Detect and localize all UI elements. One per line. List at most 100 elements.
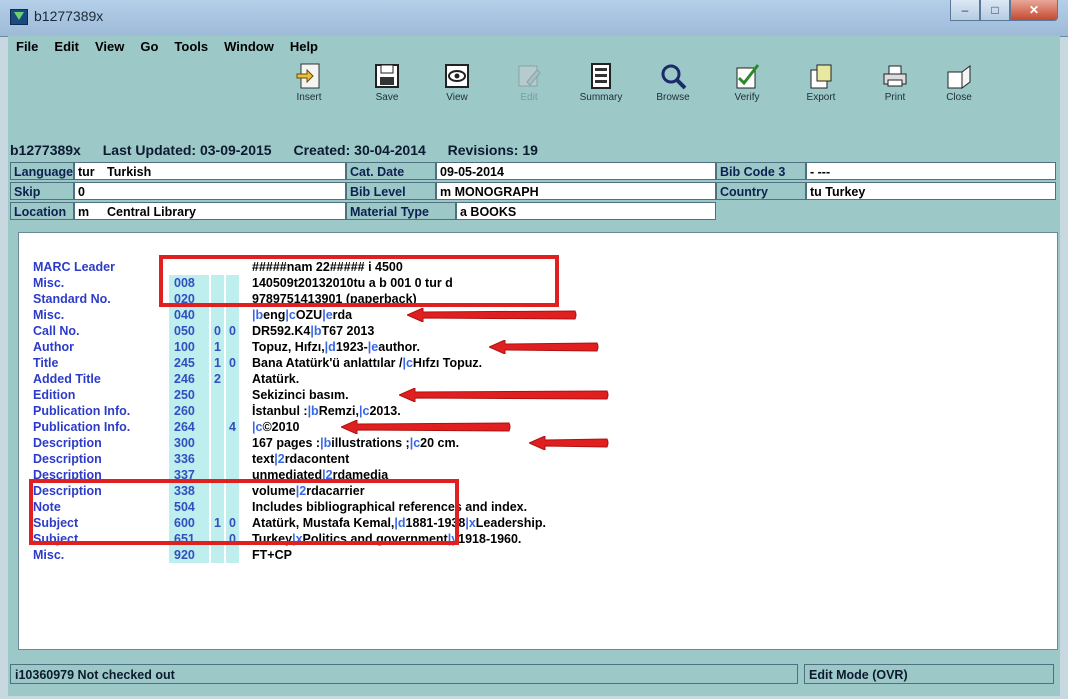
window-title: b1277389x [34, 8, 104, 24]
marc-indicator-2[interactable] [226, 307, 239, 323]
view-button[interactable]: View [426, 58, 488, 118]
marc-indicator-1[interactable]: 2 [211, 371, 224, 387]
marc-indicator-1[interactable] [211, 307, 224, 323]
menu-tools[interactable]: Tools [166, 39, 216, 54]
print-icon [881, 62, 909, 90]
marc-field-data[interactable]: FT+CP [252, 547, 292, 563]
language-code[interactable]: tur [74, 162, 104, 180]
marc-tag[interactable]: 246 [169, 371, 209, 387]
verify-button[interactable]: Verify [716, 58, 778, 118]
marc-indicator-1[interactable]: 1 [211, 355, 224, 371]
close-icon [945, 62, 973, 90]
marc-indicator-2[interactable] [226, 387, 239, 403]
marc-field-label: Description [33, 436, 102, 450]
marc-tag[interactable]: 260 [169, 403, 209, 419]
location-value[interactable]: Central Library [104, 202, 346, 220]
marc-indicator-2[interactable]: 4 [226, 419, 239, 435]
marc-field-row[interactable]: Added Title 246 2 Atatürk. [19, 371, 1049, 387]
item-status: i10360979 Not checked out [10, 664, 798, 684]
marc-tag[interactable]: 336 [169, 451, 209, 467]
marc-field-data[interactable]: Sekizinci basım. [252, 387, 349, 403]
marc-field-data[interactable]: |beng|cOZU|erda [252, 307, 352, 323]
last-updated: Last Updated: 03-09-2015 [102, 142, 272, 158]
bib-code3-value[interactable]: - --- [806, 162, 1056, 180]
marc-field-data[interactable]: 167 pages :|billustrations ;|c20 cm. [252, 435, 459, 451]
menu-file[interactable]: File [8, 39, 46, 54]
marc-field-label: Publication Info. [33, 404, 131, 418]
marc-indicator-1[interactable]: 0 [211, 323, 224, 339]
marc-tag[interactable]: 050 [169, 323, 209, 339]
marc-indicator-1[interactable] [211, 451, 224, 467]
marc-field-row[interactable]: Publication Info. 260 İstanbul :|bRemzi,|c… [19, 403, 1049, 419]
marc-indicator-1[interactable] [211, 435, 224, 451]
marc-indicator-2[interactable] [226, 435, 239, 451]
cat-date-value[interactable]: 09-05-2014 [436, 162, 716, 180]
window-close-icon[interactable]: ✕ [1010, 0, 1058, 21]
marc-field-row[interactable]: Description 336 text|2rdacontent [19, 451, 1049, 467]
marc-tag[interactable]: 040 [169, 307, 209, 323]
save-button[interactable]: Save [356, 58, 418, 118]
menu-edit[interactable]: Edit [46, 39, 87, 54]
marc-field-data[interactable]: Topuz, Hıfzı,|d1923-|eauthor. [252, 339, 420, 355]
export-button[interactable]: Export [790, 58, 852, 118]
print-button[interactable]: Print [864, 58, 926, 118]
language-value[interactable]: Turkish [104, 162, 346, 180]
marc-tag[interactable]: 100 [169, 339, 209, 355]
marc-indicator-1[interactable]: 1 [211, 339, 224, 355]
marc-indicator-1[interactable] [211, 387, 224, 403]
annotation-box-description [29, 479, 459, 545]
marc-indicator-2[interactable]: 0 [226, 355, 239, 371]
marc-indicator-2[interactable] [226, 451, 239, 467]
marc-field-data[interactable]: İstanbul :|bRemzi,|c2013. [252, 403, 401, 419]
marc-field-row[interactable]: Call No. 050 0 0 DR592.K4|bT67 2013 [19, 323, 1049, 339]
marc-indicator-1[interactable] [211, 403, 224, 419]
annotation-arrow [341, 420, 511, 434]
maximize-icon[interactable]: □ [980, 0, 1010, 21]
marc-tag[interactable]: 245 [169, 355, 209, 371]
marc-field-data[interactable]: Bana Atatürk'ü anlattılar /|cHıfzı Topuz… [252, 355, 482, 371]
location-code[interactable]: m [74, 202, 104, 220]
bib-level-value[interactable]: m MONOGRAPH [436, 182, 716, 200]
export-icon [807, 62, 835, 90]
annotation-box-leader [159, 255, 559, 307]
browse-button[interactable]: Browse [642, 58, 704, 118]
created-date: Created: 30-04-2014 [293, 142, 426, 158]
marc-tag[interactable]: 920 [169, 547, 209, 563]
marc-field-data[interactable]: Atatürk. [252, 371, 299, 387]
insert-icon [295, 62, 323, 90]
marc-tag[interactable]: 250 [169, 387, 209, 403]
material-type-value[interactable]: a BOOKS [456, 202, 716, 220]
annotation-arrow [529, 436, 609, 450]
marc-tag[interactable]: 300 [169, 435, 209, 451]
marc-editor: MARC Leader #####nam 22##### i 4500 Misc. 0… [18, 232, 1058, 650]
marc-tag[interactable]: 264 [169, 419, 209, 435]
annotation-arrow [407, 308, 577, 322]
marc-indicator-2[interactable] [226, 371, 239, 387]
marc-field-row[interactable]: Publication Info. 264 4 |c©2010 [19, 419, 1049, 435]
marc-field-row[interactable]: Title 245 1 0 Bana Atatürk'ü anlattılar /|cH… [19, 355, 1049, 371]
minimize-icon[interactable]: – [950, 0, 980, 21]
marc-indicator-1[interactable] [211, 419, 224, 435]
menu-go[interactable]: Go [132, 39, 166, 54]
menu-help[interactable]: Help [282, 39, 326, 54]
summary-button[interactable]: Summary [570, 58, 632, 118]
marc-field-label: MARC Leader [33, 260, 115, 274]
marc-field-data[interactable]: |c©2010 [252, 419, 299, 435]
menu-window[interactable]: Window [216, 39, 282, 54]
edit-icon [515, 62, 543, 90]
marc-indicator-2[interactable] [226, 403, 239, 419]
marc-indicator-2[interactable]: 0 [226, 323, 239, 339]
country-label: Country [716, 182, 806, 200]
marc-indicator-1[interactable] [211, 547, 224, 563]
insert-button[interactable]: Insert [278, 58, 340, 118]
marc-field-label: Publication Info. [33, 420, 131, 434]
marc-field-data[interactable]: text|2rdacontent [252, 451, 349, 467]
marc-indicator-2[interactable] [226, 339, 239, 355]
marc-field-data[interactable]: DR592.K4|bT67 2013 [252, 323, 374, 339]
marc-indicator-2[interactable] [226, 547, 239, 563]
marc-field-row[interactable]: Misc. 920 FT+CP [19, 547, 1049, 563]
close-button[interactable]: Close [928, 58, 990, 118]
skip-value[interactable]: 0 [74, 182, 346, 200]
country-value[interactable]: tu Turkey [806, 182, 1056, 200]
menu-view[interactable]: View [87, 39, 132, 54]
